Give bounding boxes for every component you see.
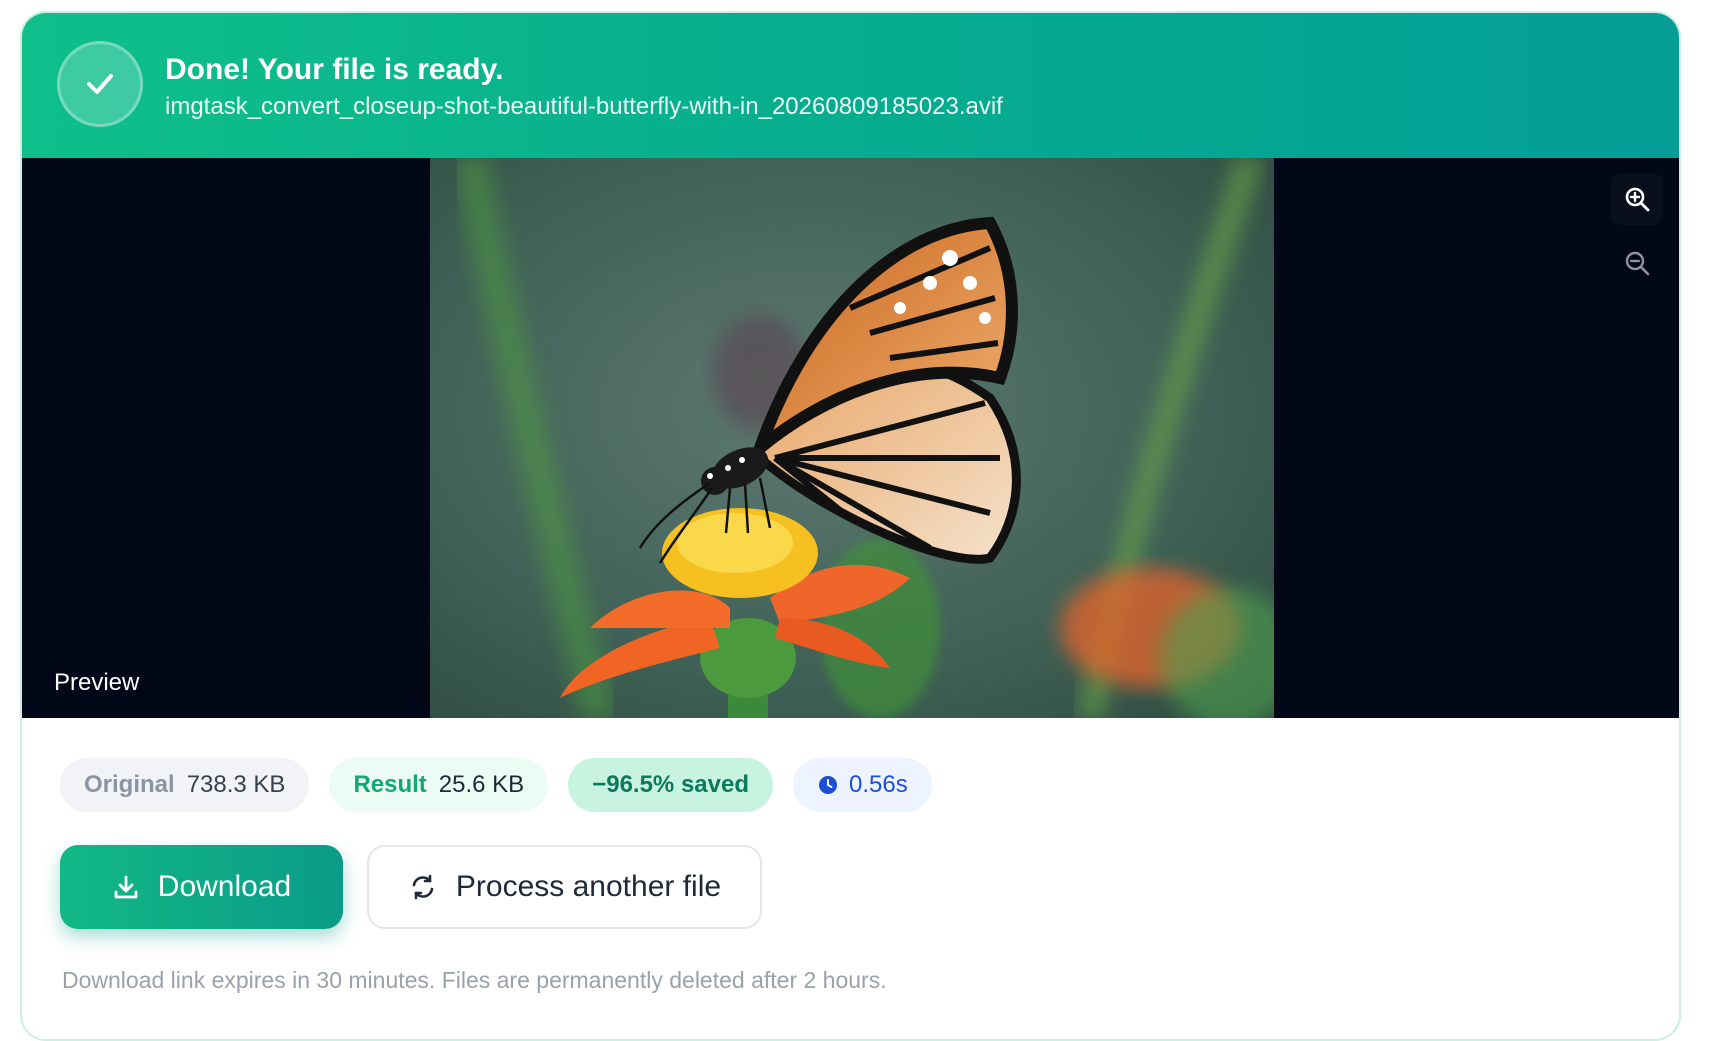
check-icon (57, 41, 143, 127)
zoom-out-button[interactable] (1611, 237, 1663, 289)
original-size-label: Original (84, 771, 175, 798)
original-size-value: 738.3 KB (186, 771, 286, 798)
process-another-label: Process another file (455, 870, 722, 903)
zoom-in-icon (1625, 187, 1650, 212)
zoom-in-button[interactable] (1611, 173, 1663, 225)
savings-badge: −96.5% saved (568, 758, 773, 812)
output-filename: imgtask_convert_closeup-shot-beautiful-b… (165, 93, 1003, 120)
original-size-badge: Original 738.3 KB (60, 758, 310, 812)
preview-area: Preview (22, 158, 1679, 718)
download-label: Download (157, 870, 292, 903)
result-card: Done! Your file is ready. imgtask_conver… (20, 11, 1681, 1041)
result-size-value: 25.6 KB (438, 771, 525, 798)
process-another-button[interactable]: Process another file (367, 845, 762, 929)
result-size-badge: Result 25.6 KB (329, 758, 549, 812)
preview-label: Preview (40, 663, 154, 703)
time-badge: 0.56s (793, 758, 932, 812)
expiry-note: Download link expires in 30 minutes. Fil… (62, 967, 887, 993)
download-button[interactable]: Download (60, 845, 343, 929)
preview-image (430, 158, 1274, 718)
processing-time: 0.56s (849, 771, 908, 798)
result-size-label: Result (353, 771, 427, 798)
download-icon (114, 875, 138, 899)
zoom-out-icon (1625, 251, 1650, 276)
clock-icon (819, 776, 837, 794)
action-buttons: Download Process another file (60, 845, 762, 929)
success-title: Done! Your file is ready. (165, 53, 504, 86)
savings-value: −96.5% saved (592, 771, 749, 798)
stats-row: Original 738.3 KB Result 25.6 KB −96.5% … (60, 758, 932, 812)
success-header: Done! Your file is ready. imgtask_conver… (22, 13, 1679, 158)
refresh-icon (412, 874, 434, 900)
